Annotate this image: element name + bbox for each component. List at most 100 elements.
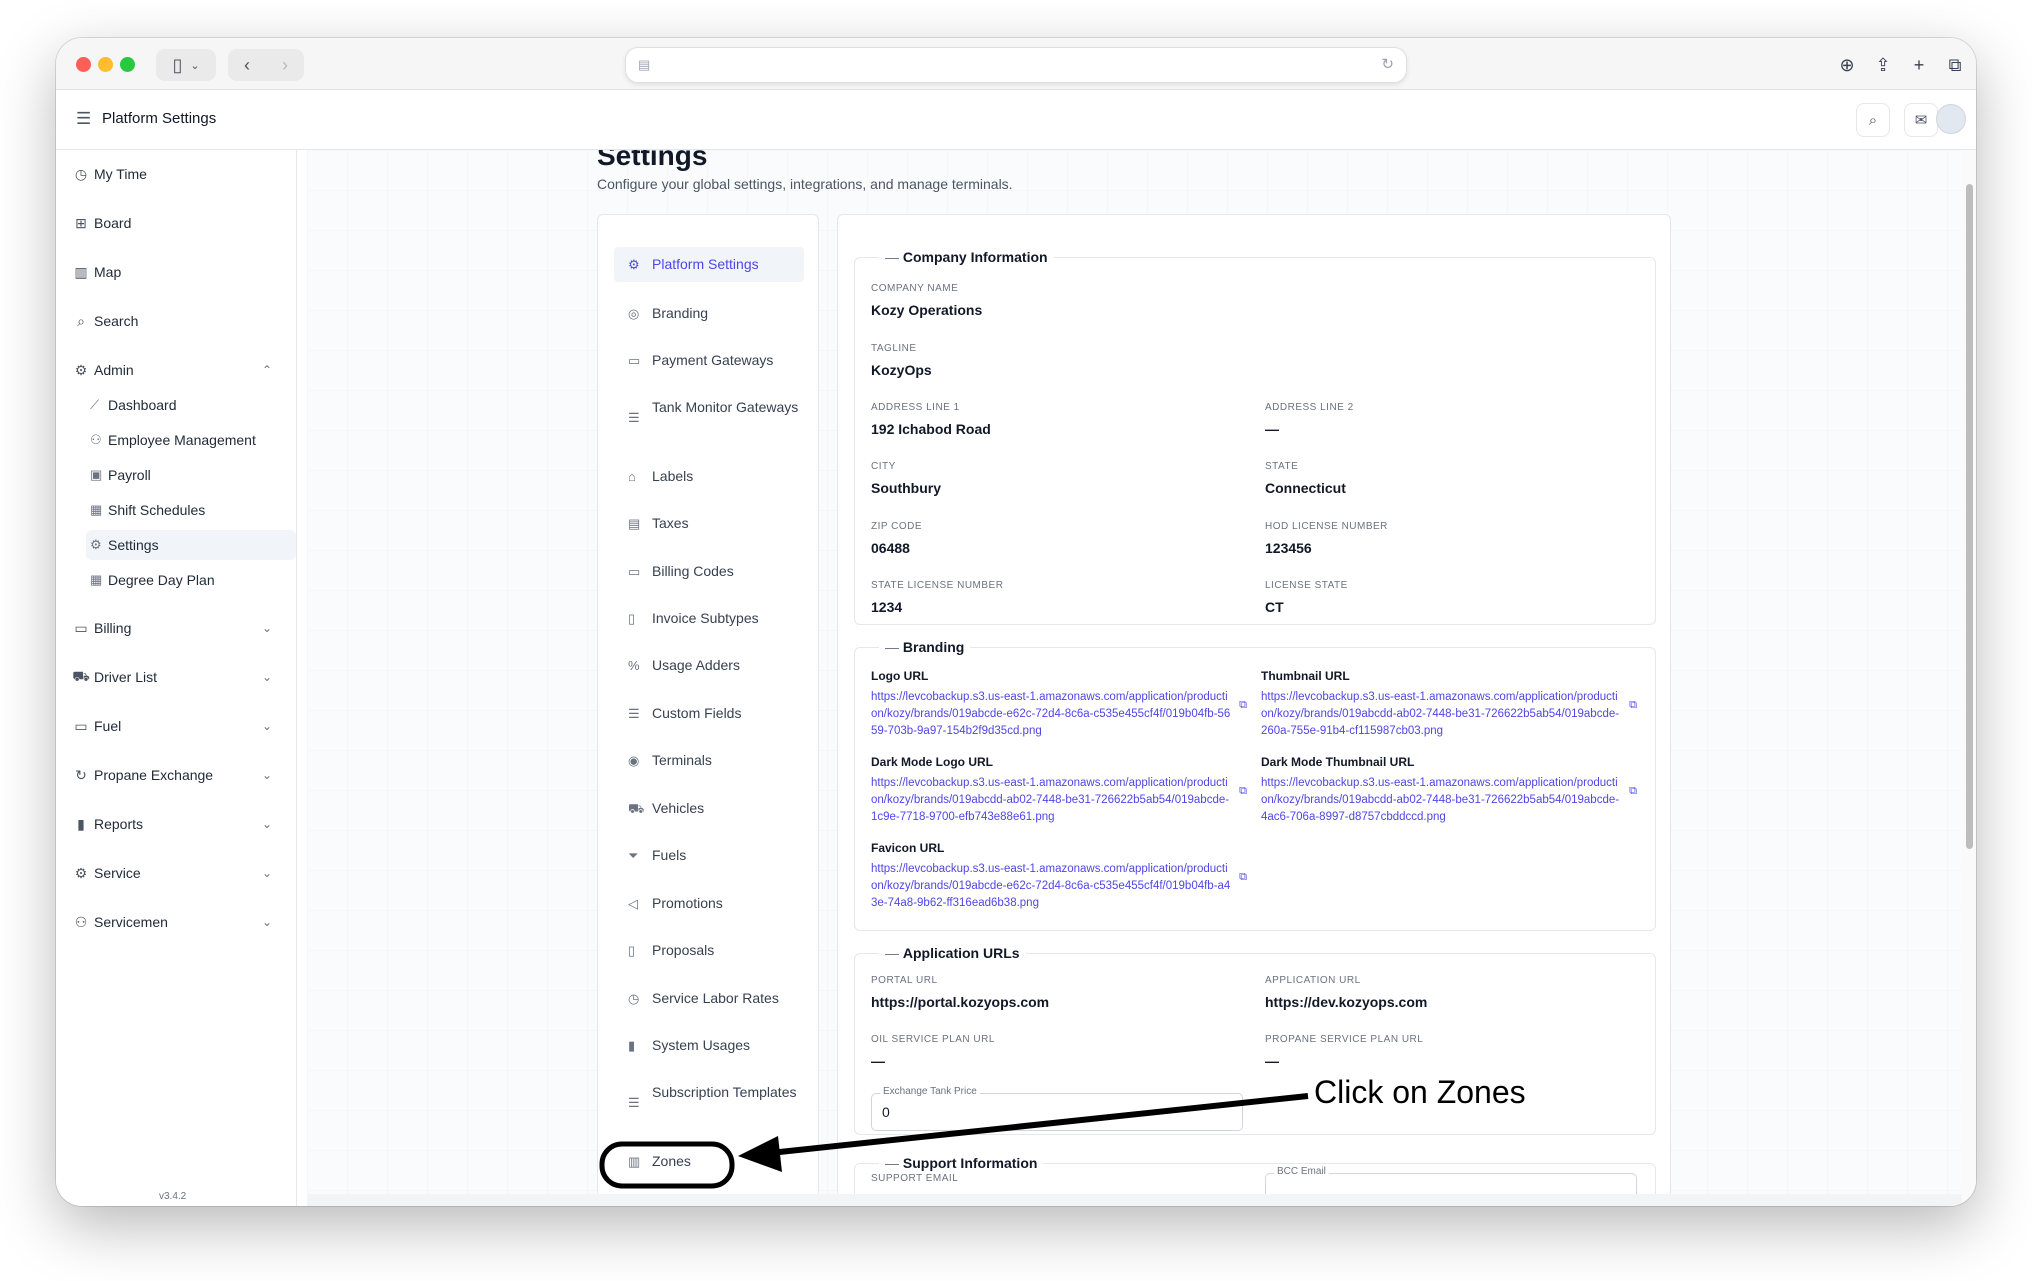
palette-icon: ◎: [628, 306, 640, 321]
field-label: Dark Mode Thumbnail URL: [1261, 755, 1415, 769]
settings-menu-invoice-subtypes[interactable]: ▯ Invoice Subtypes: [614, 608, 804, 629]
nav-search[interactable]: ⌕ Search: [72, 307, 138, 335]
settings-menu-vehicles[interactable]: ⛟ Vehicles: [614, 798, 804, 819]
version-label: v3.4.2: [159, 1191, 187, 1202]
favicon-url-link[interactable]: https://levcobackup.s3.us-east-1.amazona…: [871, 861, 1231, 912]
annotation-text: Click on Zones: [1314, 1074, 1526, 1110]
chevron-down-icon: ⌄: [262, 719, 273, 733]
nav-board[interactable]: ⊞ Board: [72, 209, 131, 237]
settings-menu-taxes[interactable]: ▤ Taxes: [614, 513, 804, 534]
chevron-down-icon: ⌄: [262, 621, 273, 635]
external-link-icon[interactable]: ⧉: [1239, 871, 1247, 884]
nav-fuel[interactable]: ▭ Fuel ⌄: [72, 712, 272, 740]
external-link-icon[interactable]: ⧉: [1239, 699, 1247, 712]
settings-menu-payment-gateways[interactable]: ▭ Payment Gateways: [614, 350, 804, 371]
settings-menu-proposals[interactable]: ▯ Proposals: [614, 940, 804, 961]
back-button[interactable]: ‹: [228, 55, 266, 76]
state-field: STATE Connecticut: [1265, 461, 1346, 496]
section-title: Support Information: [879, 1155, 1043, 1171]
search-icon: ⌕: [77, 312, 85, 329]
percent-icon: %: [628, 658, 640, 673]
exchange-tank-price-input[interactable]: Exchange Tank Price 0: [871, 1086, 1243, 1131]
field-label: Favicon URL: [871, 841, 945, 855]
state-license-number-field: STATE LICENSE NUMBER 1234: [871, 580, 1003, 615]
nav-admin[interactable]: ⚙ Admin ⌃: [72, 356, 272, 384]
menu-label: Branding: [652, 305, 709, 321]
inbox-button[interactable]: ✉: [1904, 103, 1938, 137]
external-link-icon[interactable]: ⧉: [1629, 699, 1637, 712]
tagline-field: TAGLINE KozyOps: [871, 343, 932, 378]
nav-label: My Time: [94, 166, 147, 182]
nav-billing[interactable]: ▭ Billing ⌄: [72, 614, 272, 642]
settings-menu-branding[interactable]: ◎ Branding: [614, 303, 804, 324]
settings-menu-fuels[interactable]: ⏷ Fuels: [614, 845, 804, 866]
settings-menu-terminals[interactable]: ◉ Terminals: [614, 750, 804, 771]
scrollbar-thumb[interactable]: [1966, 184, 1973, 849]
nav-label: Admin: [94, 362, 134, 378]
dark-thumbnail-url-link[interactable]: https://levcobackup.s3.us-east-1.amazona…: [1261, 775, 1621, 826]
page-title: Settings: [597, 150, 708, 171]
list-icon: ☰: [628, 706, 640, 721]
tab-overview-button[interactable]: ⧉: [1940, 50, 1970, 80]
horizontal-scrollbar[interactable]: [307, 1194, 1962, 1206]
nav-servicemen[interactable]: ⚇ Servicemen ⌄: [72, 908, 272, 936]
share-icon: ⇪: [1875, 54, 1891, 75]
search-button[interactable]: ⌕: [1856, 103, 1890, 137]
calendar-icon: ▦: [90, 572, 103, 587]
folder-icon: ▭: [74, 717, 88, 734]
settings-menu-usage-adders[interactable]: % Usage Adders: [614, 655, 804, 676]
nav-reports[interactable]: ▮ Reports ⌄: [72, 810, 272, 838]
reload-icon[interactable]: ↻: [1381, 55, 1394, 73]
settings-menu-custom-fields[interactable]: ☰ Custom Fields: [614, 703, 804, 724]
field-label: PORTAL URL: [871, 975, 938, 986]
logo-url-link[interactable]: https://levcobackup.s3.us-east-1.amazona…: [871, 689, 1231, 740]
thumbnail-url-link[interactable]: https://levcobackup.s3.us-east-1.amazona…: [1261, 689, 1621, 740]
nav-propane-exchange[interactable]: ↻ Propane Exchange ⌄: [72, 761, 272, 789]
dark-logo-url-link[interactable]: https://levcobackup.s3.us-east-1.amazona…: [871, 775, 1231, 826]
settings-menu-platform-settings[interactable]: ⚙ Platform Settings: [614, 247, 804, 282]
nav-driver-list[interactable]: ⛟ Driver List ⌄: [72, 663, 272, 691]
nav-label: Map: [94, 264, 122, 280]
nav-admin-dashboard[interactable]: ⟋ Dashboard: [86, 390, 296, 420]
settings-menu-system-usages[interactable]: ▮ System Usages: [614, 1035, 804, 1056]
forward-button[interactable]: ›: [266, 55, 304, 76]
settings-menu-service-labor-rates[interactable]: ◷ Service Labor Rates: [614, 988, 804, 1009]
field-label: LICENSE STATE: [1265, 580, 1348, 591]
menu-label: Billing Codes: [652, 563, 734, 579]
field-label: SUPPORT EMAIL: [871, 1173, 959, 1184]
oil-service-plan-url-field: OIL SERVICE PLAN URL —: [871, 1034, 995, 1069]
nav-map[interactable]: ▥ Map: [72, 258, 121, 286]
settings-menu-labels[interactable]: ⌂ Labels: [614, 466, 804, 487]
external-link-icon[interactable]: ⧉: [1629, 785, 1637, 798]
close-window-button[interactable]: [76, 57, 91, 72]
nav-service[interactable]: ⚙ Service ⌄: [72, 859, 272, 887]
downloads-button[interactable]: ⊕: [1832, 50, 1862, 80]
field-value: KozyOps: [871, 362, 932, 378]
nav-admin-degree-day-plan[interactable]: ▦ Degree Day Plan: [86, 565, 296, 595]
search-icon: ⌕: [1868, 111, 1878, 129]
address-bar[interactable]: ▤ ↻: [626, 48, 1406, 82]
sidebar-toggle-button[interactable]: ▯ ⌄: [156, 49, 216, 81]
avatar[interactable]: [1936, 104, 1966, 134]
settings-menu-billing-codes[interactable]: ▭ Billing Codes: [614, 561, 804, 582]
menu-label: Zones: [652, 1153, 691, 1169]
menu-icon[interactable]: ☰: [76, 109, 91, 129]
new-tab-button[interactable]: +: [1904, 50, 1934, 80]
nav-my-time[interactable]: ◷ My Time: [72, 160, 147, 188]
settings-menu-tank-monitor-gateways[interactable]: ☰ Tank Monitor Gateways: [614, 397, 804, 428]
minimize-window-button[interactable]: [98, 57, 113, 72]
share-button[interactable]: ⇪: [1868, 50, 1898, 80]
clock-icon: ◷: [628, 991, 640, 1006]
nav-admin-employee-management[interactable]: ⚇ Employee Management: [86, 425, 296, 455]
nav-admin-settings[interactable]: ⚙ Settings: [86, 530, 296, 560]
settings-menu-promotions[interactable]: ◁ Promotions: [614, 893, 804, 914]
nav-admin-payroll[interactable]: ▣ Payroll: [86, 460, 296, 490]
menu-label: Promotions: [652, 895, 723, 911]
browser-window: ▯ ⌄ ‹ › ▤ ↻ ⊕ ⇪ + ⧉ ☰ Platform Settings …: [56, 38, 1976, 1206]
external-link-icon[interactable]: ⧉: [1239, 785, 1247, 798]
nav-admin-shift-schedules[interactable]: ▦ Shift Schedules: [86, 495, 296, 525]
settings-menu-zones[interactable]: ▥ Zones: [614, 1151, 804, 1172]
chevron-down-icon: ⌄: [262, 670, 273, 684]
settings-menu-subscription-templates[interactable]: ☰ Subscription Templates: [614, 1082, 804, 1113]
zoom-window-button[interactable]: [120, 57, 135, 72]
